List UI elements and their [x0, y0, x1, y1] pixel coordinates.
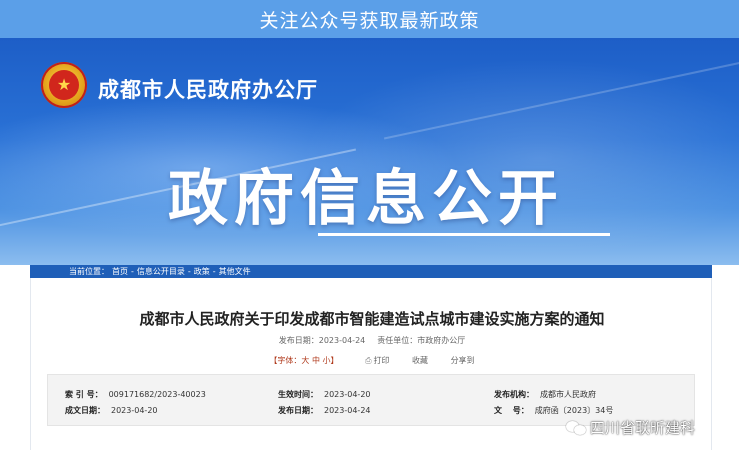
watermark: 四川省联昕建科	[566, 417, 695, 438]
info-cell-effective: 生效时间： 2023-04-20	[278, 389, 371, 400]
breadcrumb-catalog[interactable]: 信息公开目录	[137, 266, 185, 277]
favorite-button[interactable]: 收藏	[412, 356, 428, 365]
info-cell-agency: 发布机构： 成都市人民政府	[494, 389, 596, 400]
publish-date-label: 发布日期：	[278, 336, 319, 345]
info-label: 文 号：	[494, 406, 529, 415]
follow-banner-text: 关注公众号获取最新政策	[259, 9, 480, 32]
info-row: 索 引 号： 009171682/2023-40023 生效时间： 2023-04-…	[48, 389, 696, 403]
info-cell-written: 成文日期： 2023-04-20	[65, 405, 158, 416]
wechat-icon	[566, 420, 586, 436]
publish-date-value: 2023-04-24	[318, 336, 366, 345]
hero-underline	[318, 233, 610, 236]
breadcrumb-separator: -	[212, 267, 216, 276]
info-label: 发布日期：	[278, 406, 318, 415]
info-label: 成文日期：	[65, 406, 105, 415]
info-value: 成府函〔2023〕34号	[534, 406, 614, 415]
document-tools: 【字体：大 中 小】 ⎙ 打印 收藏 分享到	[31, 355, 713, 366]
share-button[interactable]: 分享到	[451, 356, 475, 365]
info-cell-doc-number: 文 号： 成府函〔2023〕34号	[494, 405, 613, 416]
document-title: 成都市人民政府关于印发成都市智能建造试点城市建设实施方案的通知	[139, 310, 605, 328]
hero-title: 政府信息公开	[168, 164, 564, 234]
follow-banner[interactable]: 关注公众号获取最新政策	[0, 0, 739, 38]
breadcrumb: 当前位置： 首页 - 信息公开目录 - 政策 - 其他文件	[30, 265, 712, 278]
info-value: 009171682/2023-40023	[108, 390, 206, 399]
watermark-text: 四川省联昕建科	[590, 419, 696, 437]
print-button[interactable]: ⎙ 打印	[365, 356, 389, 365]
unit-label: 责任单位：	[377, 336, 418, 345]
info-label: 索 引 号：	[65, 390, 103, 399]
national-emblem-icon[interactable]: ★	[41, 62, 87, 108]
info-cell-published: 发布日期： 2023-04-24	[278, 405, 371, 416]
document-meta: 发布日期：2023-04-24 责任单位：市政府办公厅	[31, 335, 713, 346]
printer-icon: ⎙	[365, 356, 372, 365]
font-size-selector[interactable]: 【字体：大 中 小】	[269, 356, 338, 365]
breadcrumb-other-docs[interactable]: 其他文件	[219, 266, 251, 277]
print-label: 打印	[373, 356, 390, 365]
breadcrumb-separator: -	[131, 267, 134, 276]
org-name[interactable]: 成都市人民政府办公厅	[98, 74, 318, 104]
breadcrumb-prefix: 当前位置：	[69, 267, 109, 276]
info-value: 成都市人民政府	[540, 390, 596, 399]
emblem-star-icon: ★	[49, 70, 79, 100]
hero-header: ★ 成都市人民政府办公厅 政府信息公开	[0, 38, 739, 265]
info-cell-index: 索 引 号： 009171682/2023-40023	[65, 389, 206, 400]
unit-value: 市政府办公厅	[417, 336, 466, 345]
info-label: 发布机构：	[494, 390, 534, 399]
info-label: 生效时间：	[278, 390, 318, 399]
breadcrumb-home[interactable]: 首页	[112, 266, 128, 277]
info-value: 2023-04-20	[111, 406, 158, 415]
info-value: 2023-04-24	[324, 406, 371, 415]
breadcrumb-separator: -	[187, 267, 191, 276]
info-value: 2023-04-20	[324, 390, 371, 399]
breadcrumb-policy[interactable]: 政策	[194, 266, 210, 277]
